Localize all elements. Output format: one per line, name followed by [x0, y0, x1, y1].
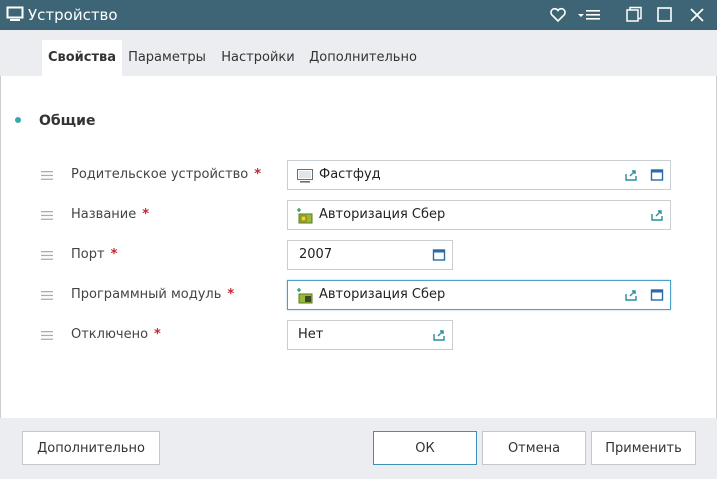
advanced-button[interactable]: Дополнительно: [22, 431, 160, 465]
ok-button[interactable]: ОК: [373, 431, 477, 465]
heart-icon[interactable]: [547, 4, 569, 26]
drag-handle-icon[interactable]: [41, 251, 53, 260]
window-title: Устройство: [28, 6, 118, 24]
apply-button[interactable]: Применить: [591, 431, 696, 465]
disabled-select[interactable]: Нет: [287, 320, 453, 350]
menu-dropdown-icon[interactable]: [576, 4, 602, 26]
tab-settings[interactable]: Настройки: [216, 40, 300, 76]
disabled-value: Нет: [298, 327, 324, 342]
payment-module-icon: [297, 288, 313, 304]
close-icon[interactable]: [686, 4, 708, 26]
tab-additional[interactable]: Дополнительно: [306, 40, 420, 76]
disabled-label: Отключено *: [71, 327, 161, 342]
software-module-field[interactable]: Авторизация Сбер: [287, 280, 671, 310]
navigate-icon[interactable]: [624, 168, 638, 182]
monitor-icon: [297, 169, 313, 183]
drag-handle-icon[interactable]: [41, 171, 53, 180]
port-label: Порт *: [71, 247, 118, 262]
section-title: Общие: [39, 113, 96, 129]
tab-properties[interactable]: Свойства: [42, 40, 122, 76]
required-marker: *: [227, 287, 235, 302]
open-editor-icon[interactable]: [650, 168, 664, 182]
drag-handle-icon[interactable]: [41, 331, 53, 340]
required-marker: *: [154, 327, 161, 342]
parent-device-label: Родительское устройство *: [71, 167, 262, 182]
software-module-label: Программный модуль *: [71, 287, 235, 302]
payment-module-icon: [297, 208, 313, 224]
required-marker: *: [142, 207, 150, 222]
monitor-icon: [6, 6, 24, 21]
name-field[interactable]: Авторизация Сбер: [287, 200, 671, 230]
restore-window-icon[interactable]: [623, 4, 645, 26]
section-bullet: [15, 117, 21, 123]
name-value: Авторизация Сбер: [319, 207, 446, 222]
open-editor-icon[interactable]: [432, 248, 446, 262]
port-field[interactable]: 2007: [287, 240, 453, 270]
navigate-icon[interactable]: [624, 288, 638, 302]
name-label: Название *: [71, 207, 150, 222]
port-value: 2007: [299, 247, 333, 262]
parent-device-field[interactable]: Фастфуд: [287, 160, 671, 190]
dropdown-icon[interactable]: [432, 328, 446, 342]
window-border-left: [0, 30, 1, 479]
required-marker: *: [254, 167, 262, 182]
maximize-icon[interactable]: [654, 4, 676, 26]
title-bar: Устройство: [0, 0, 717, 30]
open-editor-icon[interactable]: [650, 288, 664, 302]
required-marker: *: [110, 247, 118, 262]
parent-device-value: Фастфуд: [319, 167, 381, 182]
software-module-value: Авторизация Сбер: [319, 287, 446, 302]
tab-strip: Свойства Параметры Настройки Дополнитель…: [0, 30, 717, 76]
drag-handle-icon[interactable]: [41, 211, 53, 220]
navigate-icon[interactable]: [650, 208, 664, 222]
cancel-button[interactable]: Отмена: [482, 431, 586, 465]
drag-handle-icon[interactable]: [41, 291, 53, 300]
tab-parameters[interactable]: Параметры: [124, 40, 210, 76]
